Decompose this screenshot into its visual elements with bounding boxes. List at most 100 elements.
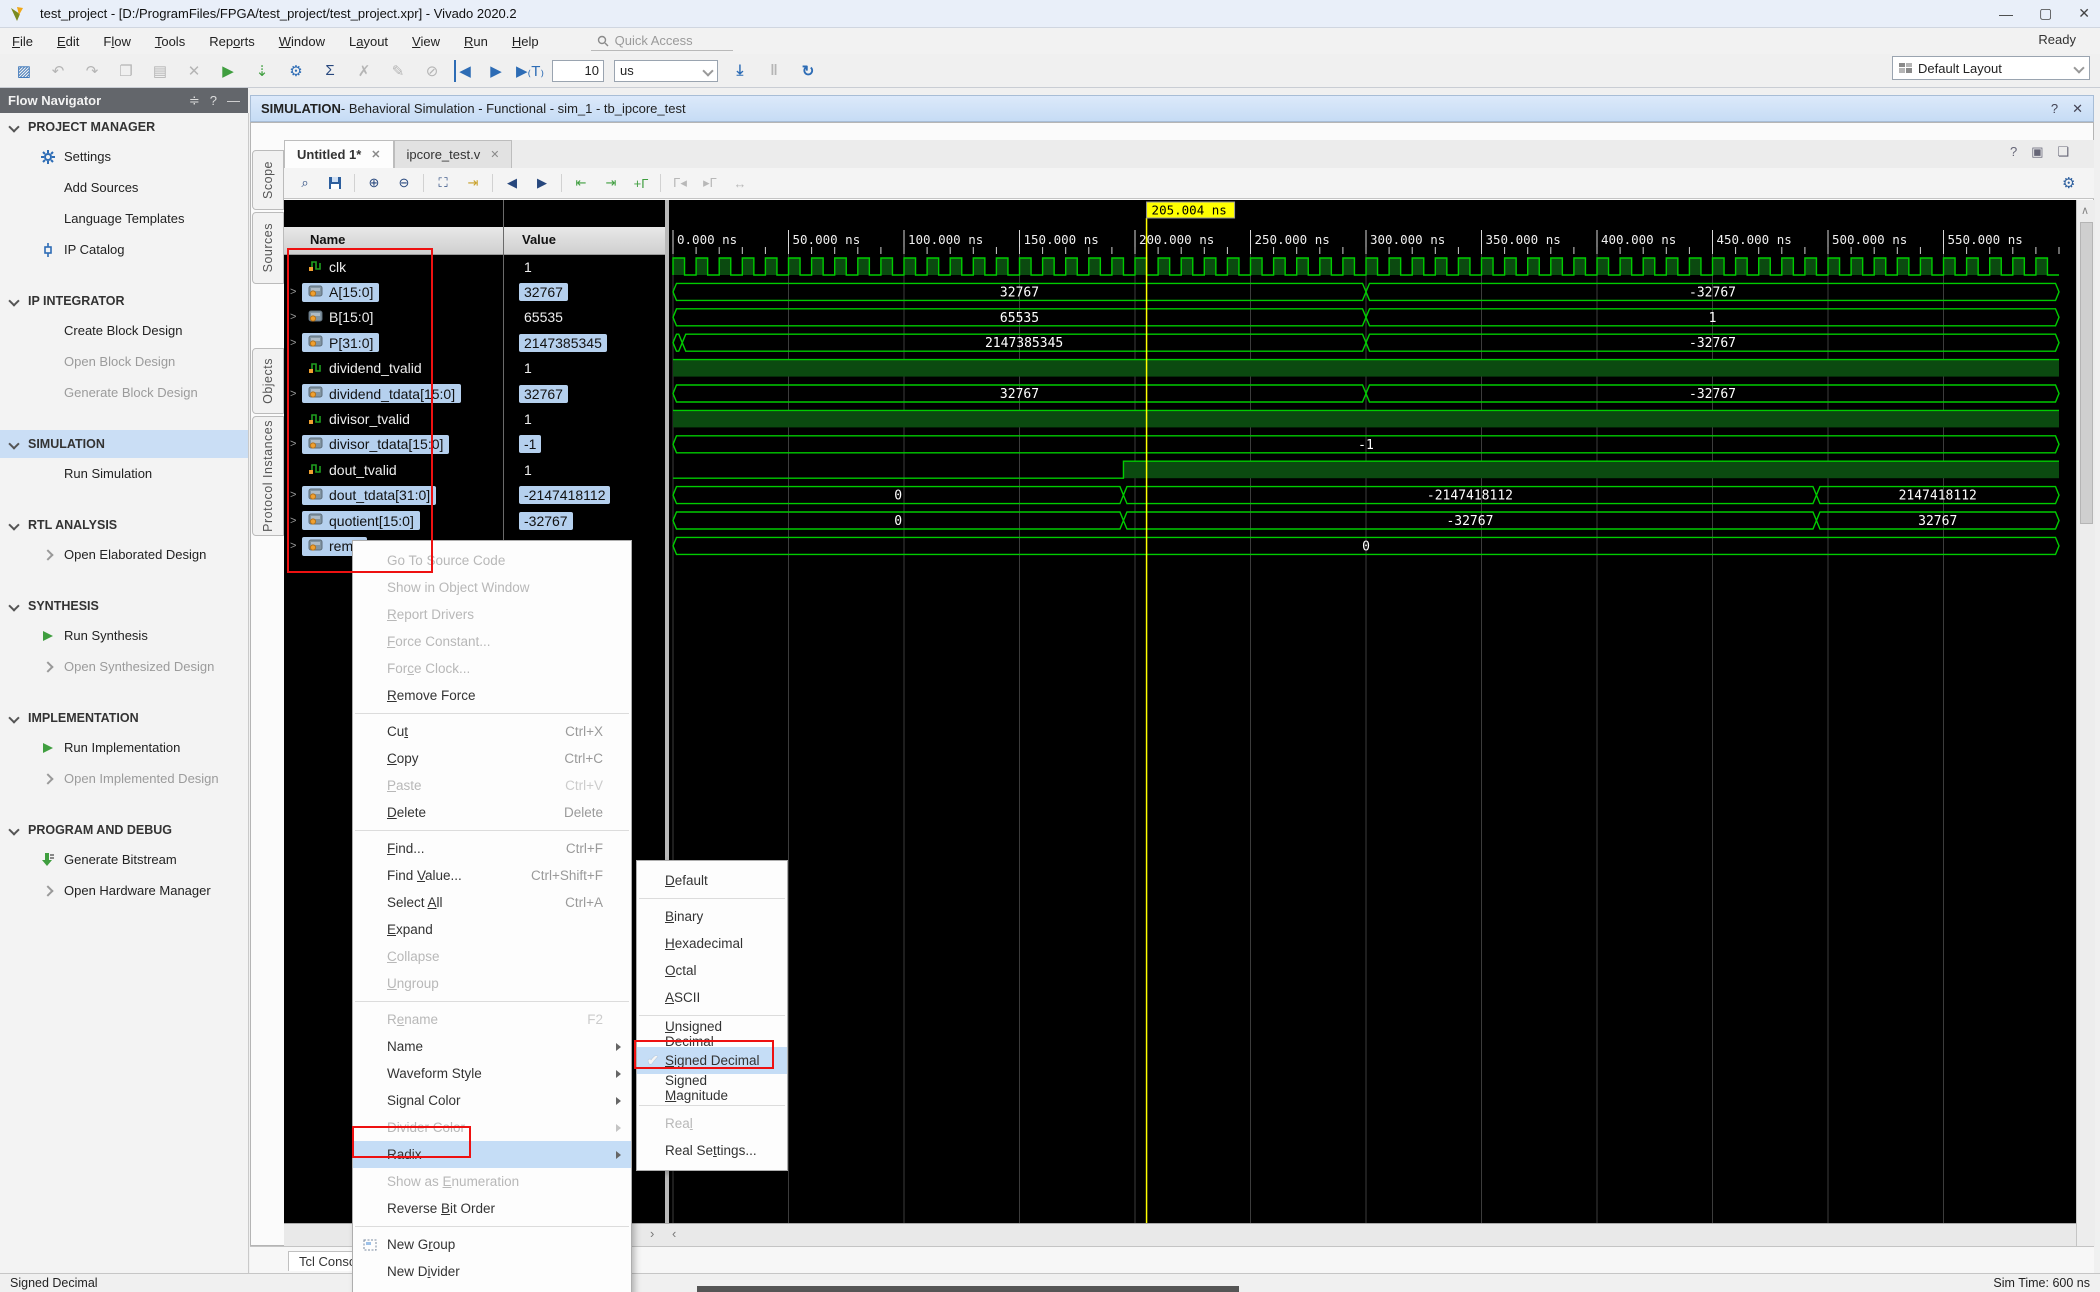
float-panel-icon[interactable]: ▣ xyxy=(2031,144,2043,160)
menu-item-report-drivers[interactable]: Report Drivers xyxy=(353,601,631,628)
pause-icon[interactable]: ‖ xyxy=(762,60,786,82)
side-tab-scope[interactable]: Scope xyxy=(252,150,284,210)
collapse-all-icon[interactable]: ≑ xyxy=(189,93,200,109)
signal-row-value[interactable]: -2147418112 xyxy=(507,483,665,508)
menu-item-binary[interactable]: Binary xyxy=(637,903,787,930)
menu-item-default[interactable]: Default xyxy=(637,867,787,894)
settings-gear-icon[interactable]: ⚙ xyxy=(284,60,308,82)
menu-item-remove-force[interactable]: Remove Force xyxy=(353,682,631,709)
redo-icon[interactable]: ↷ xyxy=(80,60,104,82)
help-icon[interactable]: ? xyxy=(2010,144,2017,160)
generate-bitstream-icon[interactable]: ⇣ xyxy=(250,60,274,82)
run-icon[interactable]: ▶ xyxy=(216,60,240,82)
help-icon[interactable]: ? xyxy=(210,93,217,109)
menu-item-real[interactable]: Real xyxy=(637,1110,787,1137)
close-tab-icon[interactable]: ✕ xyxy=(371,148,380,161)
menu-run[interactable]: Run xyxy=(452,31,500,52)
menu-item-force-clock-[interactable]: Force Clock... xyxy=(353,655,631,682)
fit-selection-icon[interactable]: ↔ xyxy=(727,172,753,194)
signal-row-value[interactable]: -32767 xyxy=(507,508,665,533)
flow-item-open-hardware-manager[interactable]: Open Hardware Manager xyxy=(0,875,248,906)
scrollbar-thumb[interactable] xyxy=(2080,222,2093,524)
restart-icon[interactable]: ◀ xyxy=(454,60,474,82)
menu-item-signal-color[interactable]: Signal Color xyxy=(353,1087,631,1114)
goto-left-edge-icon[interactable]: Γ◂ xyxy=(667,172,693,194)
menu-flow[interactable]: Flow xyxy=(91,31,142,52)
menu-item-reverse-bit-order[interactable]: Reverse Bit Order xyxy=(353,1195,631,1222)
paste-icon[interactable]: ▤ xyxy=(148,60,172,82)
menu-item-paste[interactable]: PasteCtrl+V xyxy=(353,772,631,799)
tab-untitled-1-[interactable]: Untitled 1*✕ xyxy=(284,140,394,168)
close-panel-icon[interactable]: ✕ xyxy=(2072,101,2083,117)
time-unit-select[interactable]: us xyxy=(614,60,718,82)
signal-row-value[interactable]: 1 xyxy=(507,254,665,279)
signal-row-value[interactable]: 1 xyxy=(507,356,665,381)
maximize-panel-icon[interactable]: ❏ xyxy=(2058,144,2070,160)
zoom-to-cursor-icon[interactable]: ⇥ xyxy=(460,172,486,194)
flow-item-settings[interactable]: Settings xyxy=(0,141,248,172)
menu-item-rename[interactable]: RenameF2 xyxy=(353,1006,631,1033)
flow-section-program-and-debug[interactable]: PROGRAM AND DEBUG xyxy=(0,816,248,844)
menu-edit[interactable]: Edit xyxy=(45,31,91,52)
quick-access-search[interactable]: Quick Access xyxy=(591,31,733,51)
menu-item-new-group[interactable]: New Group xyxy=(353,1231,631,1258)
scroll-right-icon[interactable]: › xyxy=(650,1226,654,1241)
minimize-panel-icon[interactable]: — xyxy=(227,93,240,109)
signal-row-value[interactable]: 32767 xyxy=(507,279,665,304)
menu-item-find-[interactable]: Find...Ctrl+F xyxy=(353,835,631,862)
swap-cursor-icon[interactable]: ⇥ xyxy=(598,172,624,194)
flow-section-project-manager[interactable]: PROJECT MANAGER xyxy=(0,113,248,141)
menu-item-new-virtual-bus[interactable]: New Virtual Bus xyxy=(353,1285,631,1292)
menu-item-delete[interactable]: DeleteDelete xyxy=(353,799,631,826)
menu-item-hexadecimal[interactable]: Hexadecimal xyxy=(637,930,787,957)
delete-icon[interactable]: ✕ xyxy=(182,60,206,82)
maximize-button[interactable]: ▢ xyxy=(2039,5,2052,22)
signal-row-value[interactable]: 65535 xyxy=(507,305,665,330)
close-tab-icon[interactable]: ✕ xyxy=(490,148,499,161)
flow-section-implementation[interactable]: IMPLEMENTATION xyxy=(0,704,248,732)
step-icon[interactable]: ⤓ xyxy=(728,60,752,82)
menu-item-new-divider[interactable]: New Divider xyxy=(353,1258,631,1285)
flow-item-create-block-design[interactable]: Create Block Design xyxy=(0,315,248,346)
menu-item-force-constant-[interactable]: Force Constant... xyxy=(353,628,631,655)
zoom-fit-icon[interactable]: ⛶ xyxy=(430,172,456,194)
scroll-left-icon[interactable]: ‹ xyxy=(672,1226,676,1241)
wave-settings-gear-icon[interactable]: ⚙ xyxy=(2062,174,2078,192)
find-icon[interactable]: ⌕ xyxy=(292,172,318,194)
save-icon[interactable] xyxy=(322,172,348,194)
copy-icon[interactable]: ❐ xyxy=(114,60,138,82)
flow-item-open-block-design[interactable]: Open Block Design xyxy=(0,346,248,377)
close-button[interactable]: ✕ xyxy=(2078,5,2090,22)
flow-section-synthesis[interactable]: SYNTHESIS xyxy=(0,592,248,620)
relaunch-icon[interactable]: ↻ xyxy=(796,60,820,82)
flow-item-open-elaborated-design[interactable]: Open Elaborated Design xyxy=(0,539,248,570)
run-time-field[interactable]: 10 xyxy=(552,60,604,82)
menu-help[interactable]: Help xyxy=(500,31,551,52)
open-project-icon[interactable]: ▨ xyxy=(12,60,36,82)
side-tab-protocol-instances[interactable]: Protocol Instances xyxy=(252,416,284,536)
add-marker-icon[interactable]: ⇤ xyxy=(568,172,594,194)
side-tab-objects[interactable]: Objects xyxy=(252,348,284,414)
prev-transition-icon[interactable]: ◀ xyxy=(499,172,525,194)
clear-icon[interactable]: ⊘ xyxy=(420,60,444,82)
run-for-time-icon[interactable]: ▶₍T₎ xyxy=(518,60,542,82)
signal-row-value[interactable]: 32767 xyxy=(507,381,665,406)
zoom-out-icon[interactable]: ⊖ xyxy=(391,172,417,194)
scroll-up-icon[interactable]: ∧ xyxy=(2081,204,2089,217)
signal-row-value[interactable]: 1 xyxy=(507,406,665,431)
tab-ipcore-test-v[interactable]: ipcore_test.v✕ xyxy=(394,140,513,168)
wave-vertical-scrollbar[interactable]: ∧ xyxy=(2076,200,2095,1246)
flow-section-rtl-analysis[interactable]: RTL ANALYSIS xyxy=(0,511,248,539)
menu-item-cut[interactable]: CutCtrl+X xyxy=(353,718,631,745)
signal-row-value[interactable]: 2147385345 xyxy=(507,330,665,355)
flow-item-language-templates[interactable]: Language Templates xyxy=(0,203,248,234)
menu-item-select-all[interactable]: Select AllCtrl+A xyxy=(353,889,631,916)
breakpoint-icon[interactable]: ✗ xyxy=(352,60,376,82)
menu-tools[interactable]: Tools xyxy=(143,31,197,52)
run-all-icon[interactable]: ▶ xyxy=(484,60,508,82)
menu-item-signed-magnitude[interactable]: Signed Magnitude xyxy=(637,1074,787,1101)
flow-item-run-synthesis[interactable]: Run Synthesis xyxy=(0,620,248,651)
undo-icon[interactable]: ↶ xyxy=(46,60,70,82)
waveform-canvas[interactable]: 0.000 ns50.000 ns100.000 ns150.000 ns200… xyxy=(669,200,2076,1223)
menu-item-copy[interactable]: CopyCtrl+C xyxy=(353,745,631,772)
